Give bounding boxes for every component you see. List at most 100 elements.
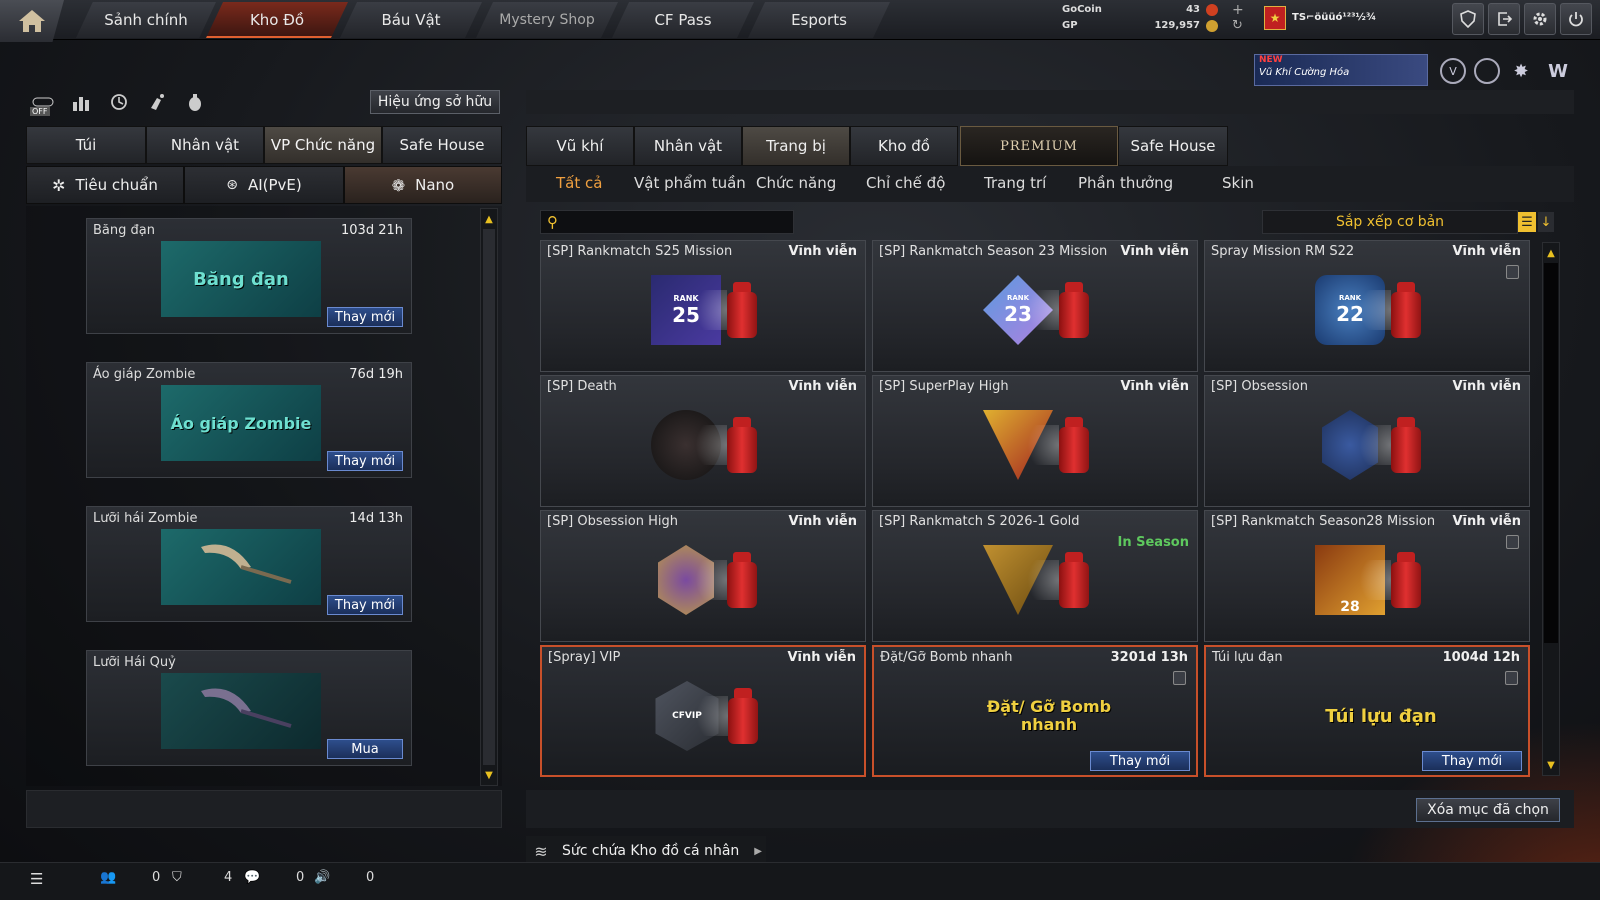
- left-tab-safe-house[interactable]: Safe House: [382, 126, 502, 164]
- gp-icon: [1206, 20, 1218, 32]
- nav-tab-inventory[interactable]: Kho Đồ: [206, 2, 348, 38]
- filter-rewards[interactable]: Phần thưởng: [1078, 174, 1173, 192]
- left-item-card[interactable]: Áo giáp Zombie 76d 19h Áo giáp Zombie Th…: [86, 362, 412, 478]
- left-subtab-standard[interactable]: ✲ Tiêu chuẩn: [26, 166, 184, 204]
- delete-selected-button[interactable]: Xóa mục đã chọn: [1416, 798, 1560, 822]
- renew-button[interactable]: Thay mới: [1090, 751, 1190, 771]
- item-card[interactable]: [SP] Rankmatch S25 Mission Vĩnh viễn RAN…: [540, 240, 866, 372]
- filter-weekly[interactable]: Vật phẩm tuần: [634, 174, 746, 192]
- spray-can-icon: [687, 415, 761, 475]
- spray-can-icon: [1351, 415, 1425, 475]
- item-art-text: Đặt/ Gỡ Bomb nhanh: [986, 697, 1112, 734]
- scroll-down-arrow-icon[interactable]: ▼: [1543, 757, 1559, 773]
- gear-icon[interactable]: [1524, 3, 1556, 35]
- nav-tab-lobby[interactable]: Sảnh chính: [76, 2, 216, 38]
- left-scrollbar[interactable]: ▲ ▼: [480, 208, 498, 786]
- left-tab-character[interactable]: Nhân vật: [146, 126, 264, 164]
- renew-button[interactable]: Thay mới: [327, 451, 403, 471]
- search-input[interactable]: [564, 214, 774, 230]
- left-tab-function-items[interactable]: VP Chức năng: [264, 126, 382, 164]
- trash-icon[interactable]: [1505, 671, 1518, 685]
- left-item-card[interactable]: Lưỡi Hái Quỷ Mua: [86, 650, 412, 766]
- item-card[interactable]: [SP] Rankmatch S 2026-1 Gold In Season: [872, 510, 1198, 642]
- scroll-thumb[interactable]: [483, 229, 495, 765]
- menu-list-icon[interactable]: ☰: [30, 870, 43, 888]
- weapon-upgrade-banner[interactable]: NEW Vũ Khí Cường Hóa: [1254, 54, 1428, 86]
- sort-dropdown[interactable]: Sắp xếp cơ bản: [1262, 210, 1518, 234]
- nav-tab-mystery-shop[interactable]: Mystery Shop: [476, 2, 618, 38]
- right-tab-character[interactable]: Nhân vật: [634, 126, 742, 166]
- scroll-down-arrow-icon[interactable]: ▼: [481, 767, 497, 783]
- shield-icon[interactable]: [1452, 3, 1484, 35]
- item-card[interactable]: [SP] Rankmatch Season28 Mission Vĩnh viễ…: [1204, 510, 1530, 642]
- renew-button[interactable]: Thay mới: [327, 595, 403, 615]
- right-tab-weapons[interactable]: Vũ khí: [526, 126, 634, 166]
- item-card[interactable]: [SP] Obsession High Vĩnh viễn: [540, 510, 866, 642]
- renew-button[interactable]: Thay mới: [327, 307, 403, 327]
- clan-shield-icon[interactable]: ⛉: [172, 870, 182, 885]
- history-icon[interactable]: [106, 90, 132, 114]
- filter-all[interactable]: Tất cả: [556, 174, 602, 192]
- item-card[interactable]: Spray Mission RM S22 Vĩnh viễn RANK 22: [1204, 240, 1530, 372]
- filter-function[interactable]: Chức năng: [756, 174, 836, 192]
- nav-tab-cf-pass[interactable]: CF Pass: [612, 2, 754, 38]
- expand-arrow-icon[interactable]: ▶: [754, 846, 762, 857]
- nano-molecule-icon: ❁: [391, 175, 406, 195]
- item-card-selected[interactable]: Đặt/Gỡ Bomb nhanh 3201d 13h Đặt/ Gỡ Bomb…: [872, 645, 1198, 777]
- stats-icon[interactable]: [68, 90, 94, 114]
- right-tab-equipment[interactable]: Trang bị: [742, 126, 850, 166]
- item-duration: Vĩnh viễn: [1452, 514, 1521, 529]
- search-box[interactable]: ⚲: [540, 210, 794, 234]
- left-tab-bag[interactable]: Túi: [26, 126, 146, 164]
- trash-icon[interactable]: [1173, 671, 1186, 685]
- filter-skin[interactable]: Skin: [1222, 174, 1254, 192]
- right-tab-safe-house[interactable]: Safe House: [1118, 126, 1228, 166]
- item-card-selected[interactable]: [Spray] VIP Vĩnh viễn CFVIP: [540, 645, 866, 777]
- trash-icon[interactable]: [1506, 265, 1519, 279]
- nav-tab-treasure[interactable]: Báu Vật: [340, 2, 482, 38]
- item-name: Băng đạn: [93, 223, 155, 238]
- star-burst-icon[interactable]: ✸: [1508, 58, 1534, 84]
- vip-emblem-icon[interactable]: V: [1440, 58, 1466, 84]
- spray-hand-icon[interactable]: [144, 90, 170, 114]
- item-card[interactable]: [SP] SuperPlay High Vĩnh viễn: [872, 375, 1198, 507]
- item-card-selected[interactable]: Túi lựu đạn 1004d 12h Túi lựu đạn Thay m…: [1204, 645, 1530, 777]
- trash-icon[interactable]: [1506, 535, 1519, 549]
- nav-tab-esports[interactable]: Esports: [748, 2, 890, 38]
- left-item-card[interactable]: Băng đạn 103d 21h Băng đạn Thay mới: [86, 218, 412, 334]
- grenade-pouch-art: Túi lựu đạn: [1296, 675, 1466, 757]
- w-logo-icon[interactable]: W: [1544, 58, 1572, 84]
- scroll-up-arrow-icon[interactable]: ▲: [481, 211, 497, 227]
- globe-icon[interactable]: [1474, 58, 1500, 84]
- friends-icon[interactable]: 👥: [100, 870, 116, 885]
- left-item-card[interactable]: Lưỡi hái Zombie 14d 13h Thay mới: [86, 506, 412, 622]
- owned-effect-button[interactable]: Hiệu ứng sở hữu: [370, 90, 500, 114]
- filter-decoration[interactable]: Trang trí: [984, 174, 1046, 192]
- scroll-thumb[interactable]: [1544, 263, 1558, 643]
- item-card[interactable]: [SP] Obsession Vĩnh viễn: [1204, 375, 1530, 507]
- scroll-up-arrow-icon[interactable]: ▲: [1543, 245, 1559, 261]
- item-duration: Vĩnh viễn: [788, 244, 857, 259]
- chat-bubble-icon[interactable]: 💬: [244, 870, 260, 885]
- grenade-icon[interactable]: [182, 90, 208, 114]
- speaker-icon[interactable]: 🔊: [314, 870, 330, 885]
- item-duration: Vĩnh viễn: [1452, 244, 1521, 259]
- sort-direction-icon[interactable]: ↓: [1538, 212, 1554, 232]
- gocoin-icon: [1206, 4, 1218, 16]
- right-tab-storage[interactable]: Kho đồ: [850, 126, 958, 166]
- renew-button[interactable]: Thay mới: [1422, 751, 1522, 771]
- right-scrollbar[interactable]: ▲ ▼: [1542, 242, 1560, 776]
- item-card[interactable]: [SP] Death Vĩnh viễn: [540, 375, 866, 507]
- power-icon[interactable]: [1560, 3, 1592, 35]
- exit-arrow-icon[interactable]: [1488, 3, 1520, 35]
- refresh-icon[interactable]: ↻: [1232, 18, 1243, 33]
- filter-mode-only[interactable]: Chỉ chế độ: [866, 174, 945, 192]
- add-currency-icon[interactable]: +: [1232, 2, 1244, 18]
- item-card[interactable]: [SP] Rankmatch Season 23 Mission Vĩnh vi…: [872, 240, 1198, 372]
- toggle-off-icon[interactable]: OFF: [30, 90, 56, 116]
- left-subtab-ai-pve[interactable]: ⊛ AI(PvE): [184, 166, 344, 204]
- list-view-icon[interactable]: ☰: [1518, 212, 1536, 232]
- buy-button[interactable]: Mua: [327, 739, 403, 759]
- right-tab-premium[interactable]: PREMIUM: [960, 126, 1118, 166]
- left-subtab-nano[interactable]: ❁ Nano: [344, 166, 502, 204]
